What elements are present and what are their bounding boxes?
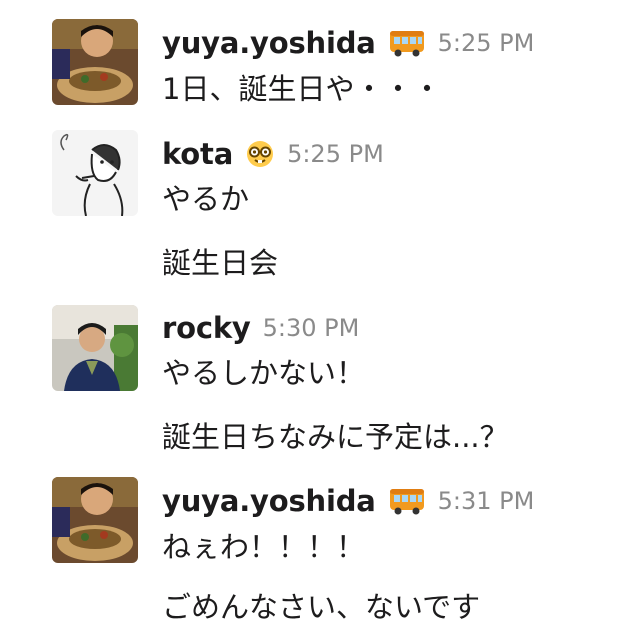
bus-icon[interactable] (388, 28, 426, 58)
message-header: kota 5:25 PM (162, 137, 384, 171)
message-header: yuya.yoshida 5:31 PM (162, 484, 534, 518)
avatar-kota[interactable] (52, 130, 138, 216)
avatar-yuya-yoshida[interactable] (52, 19, 138, 105)
username[interactable]: yuya.yoshida (162, 26, 376, 60)
timestamp[interactable]: 5:30 PM (263, 314, 360, 342)
avatar-image (52, 477, 138, 563)
message-text: ねぇわ！！！！ (162, 530, 366, 564)
avatar-image (52, 130, 138, 216)
message-text: ごめんなさい、ないです (162, 590, 481, 624)
message-text: 1日、誕生日や・・・ (162, 72, 442, 106)
message-text: 誕生日会 (162, 246, 279, 280)
avatar-image (52, 19, 138, 105)
message-header: rocky 5:30 PM (162, 311, 359, 345)
username[interactable]: rocky (162, 311, 251, 345)
avatar-rocky[interactable] (52, 305, 138, 391)
avatar-image (52, 305, 138, 391)
timestamp[interactable]: 5:25 PM (438, 29, 535, 57)
username[interactable]: kota (162, 137, 233, 171)
bus-icon[interactable] (388, 486, 426, 516)
timestamp[interactable]: 5:25 PM (287, 140, 384, 168)
username[interactable]: yuya.yoshida (162, 484, 376, 518)
message-text: 誕生日ちなみに予定は...？ (162, 420, 509, 454)
message-text: やるか (162, 182, 250, 216)
message-header: yuya.yoshida 5:25 PM (162, 26, 534, 60)
timestamp[interactable]: 5:31 PM (438, 487, 535, 515)
nerd-face-icon[interactable] (245, 139, 275, 169)
avatar-yuya-yoshida[interactable] (52, 477, 138, 563)
message-text: やるしかない！ (162, 356, 366, 390)
